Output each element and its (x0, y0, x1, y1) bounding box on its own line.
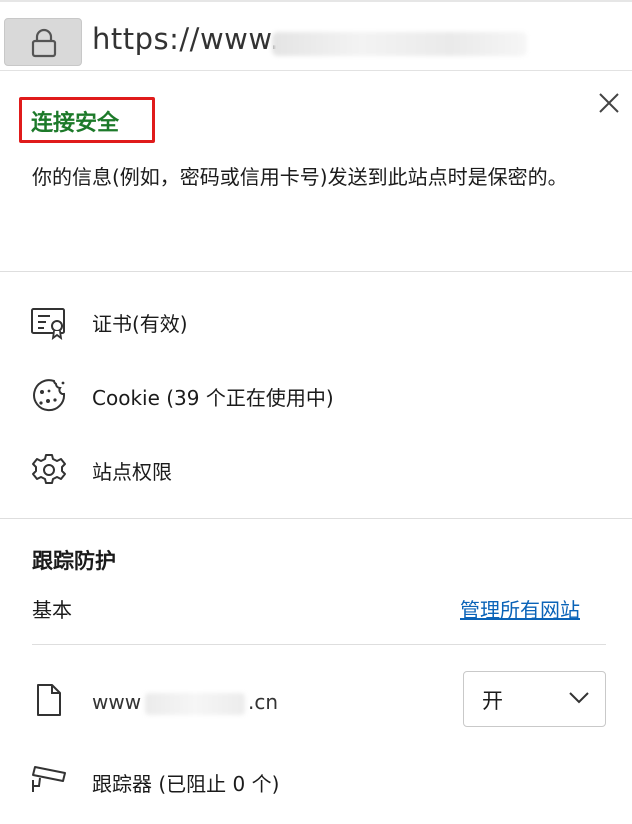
connection-status-title: 连接安全 (31, 111, 120, 136)
divider (0, 271, 632, 272)
document-icon (37, 684, 61, 716)
chevron-down-icon (569, 692, 589, 704)
site-domain-redacted (145, 693, 245, 715)
divider (0, 518, 632, 519)
toggle-value: 开 (482, 689, 503, 713)
certificate-row[interactable]: 证书(有效) (0, 292, 632, 352)
url-redacted (272, 32, 527, 56)
cookie-icon (33, 379, 66, 412)
cookie-row[interactable]: Cookie (39 个正在使用中) (0, 366, 632, 426)
connection-description: 你的信息(例如，密码或信用卡号)发送到此站点时是保密的。 (32, 165, 568, 189)
url-text[interactable]: https://www. (92, 22, 280, 56)
site-domain-suffix: .cn (248, 690, 279, 714)
tracker-camera-icon (32, 766, 66, 792)
trackers-blocked-label[interactable]: 跟踪器 (已阻止 0 个) (92, 768, 279, 797)
site-domain-prefix: www (92, 690, 142, 714)
certificate-label: 证书(有效) (92, 312, 188, 336)
site-info-button[interactable] (4, 18, 82, 66)
manage-all-sites-link[interactable]: 管理所有网站 (460, 594, 580, 623)
tracking-toggle-select[interactable]: 开 (463, 671, 606, 727)
gear-icon (32, 454, 66, 484)
lock-icon (31, 28, 57, 58)
site-permissions-label: 站点权限 (92, 460, 172, 484)
top-border (0, 0, 632, 2)
tracking-level: 基本 (32, 598, 72, 622)
certificate-icon (31, 308, 65, 340)
divider (32, 644, 606, 645)
close-icon (599, 93, 619, 113)
close-button[interactable] (594, 88, 624, 118)
cookie-label: Cookie (39 个正在使用中) (92, 386, 334, 410)
tracking-protection-title: 跟踪防护 (32, 549, 116, 573)
site-permissions-row[interactable]: 站点权限 (0, 440, 632, 500)
